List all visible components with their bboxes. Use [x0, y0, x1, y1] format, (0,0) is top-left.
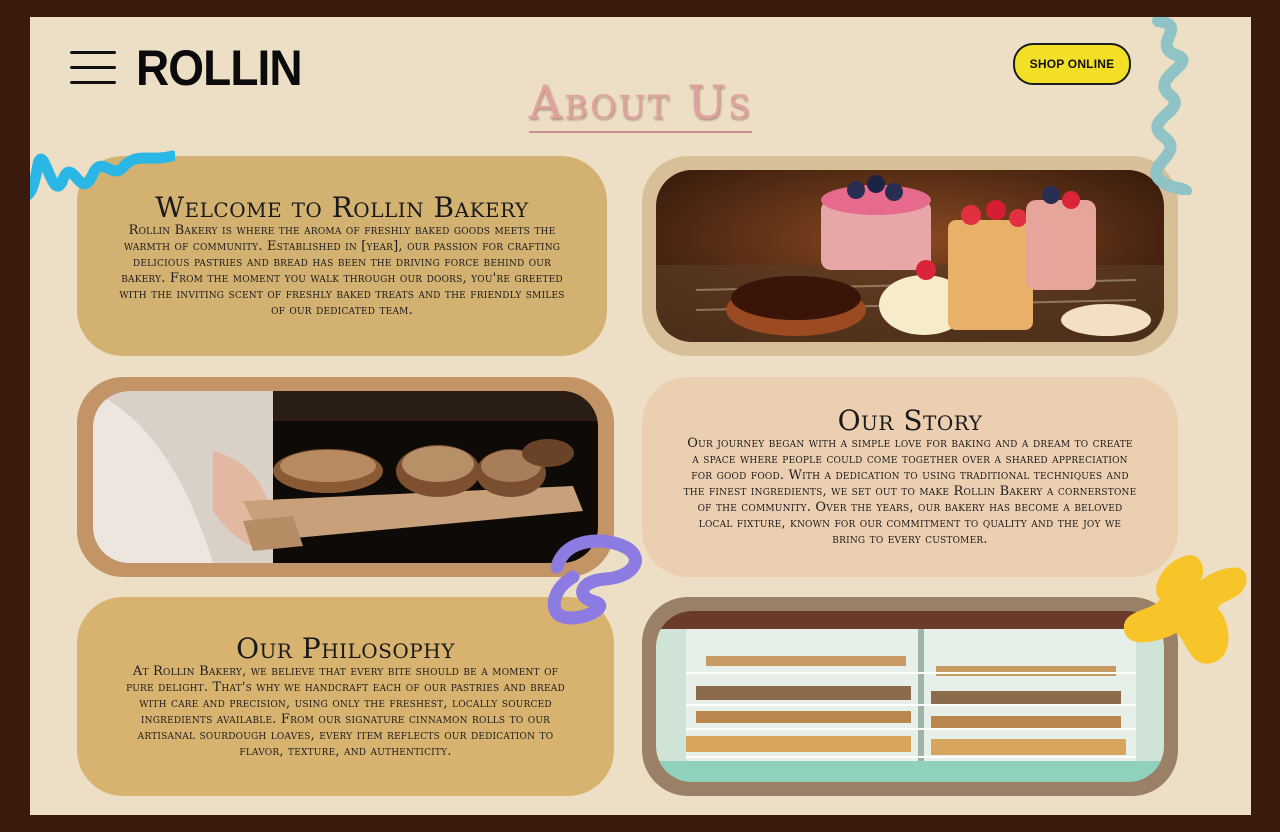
- purple-scribble-icon: [547, 534, 642, 625]
- blue-squiggle-icon: [30, 150, 175, 200]
- philosophy-body: At Rollin Bakery, we believe that every …: [126, 663, 565, 759]
- about-page: ROLLIN SHOP ONLINE About Us Welcome to R…: [30, 17, 1251, 815]
- cakes-image-card: [642, 156, 1178, 356]
- story-body: Our journey began with a simple love for…: [683, 436, 1137, 547]
- story-title: Our Story: [837, 404, 983, 437]
- page-title-text: About Us: [528, 75, 753, 133]
- welcome-title: Welcome to Rollin Bakery: [155, 191, 529, 224]
- cakes-photo: [656, 170, 1164, 342]
- teal-squiggle-icon: [1150, 17, 1192, 195]
- welcome-body: Rollin Bakery is where the aroma of fres…: [119, 223, 565, 318]
- bread-oven-image-card: [77, 377, 614, 577]
- bread-oven-photo: [93, 391, 598, 563]
- pastry-display-photo: [656, 611, 1164, 782]
- page-title: About Us: [30, 75, 1251, 133]
- yellow-blob-icon: [1123, 555, 1247, 664]
- philosophy-title: Our Philosophy: [236, 631, 455, 665]
- story-card: Our Story Our journey began with a simpl…: [642, 377, 1178, 577]
- pastry-display-image-card: [642, 597, 1178, 796]
- philosophy-card: Our Philosophy At Rollin Bakery, we beli…: [77, 597, 614, 796]
